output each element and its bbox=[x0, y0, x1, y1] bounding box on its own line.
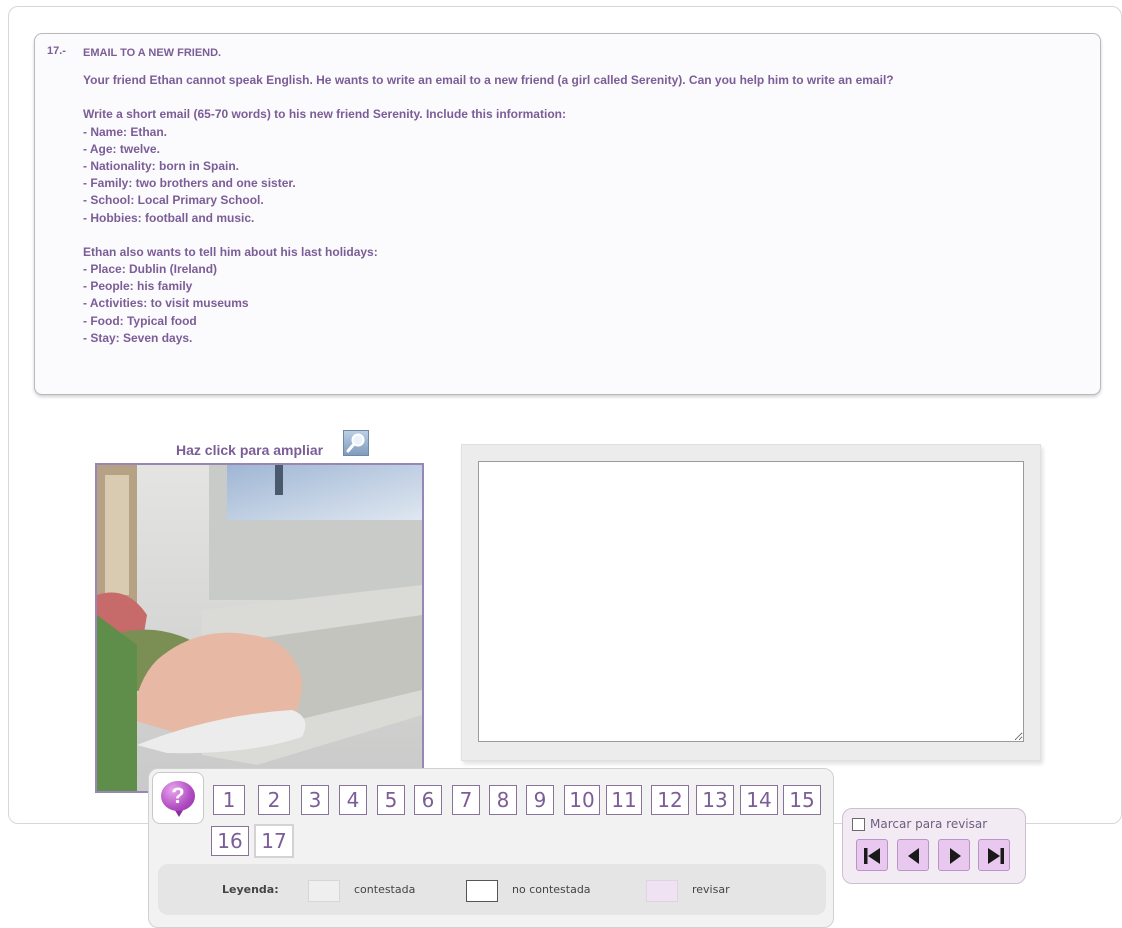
info-line: - Hobbies: football and music. bbox=[83, 210, 255, 225]
question-button-7[interactable]: 7 bbox=[452, 785, 480, 815]
legend-review: revisar bbox=[692, 883, 730, 896]
legend: Leyenda: contestada no contestada revisa… bbox=[158, 864, 826, 915]
question-button-13[interactable]: 13 bbox=[696, 785, 734, 815]
question-button-6[interactable]: 6 bbox=[414, 785, 442, 815]
question-button-8[interactable]: 8 bbox=[489, 785, 517, 815]
legend-swatch-answered bbox=[308, 880, 340, 902]
last-icon bbox=[988, 848, 1004, 864]
question-button-14[interactable]: 14 bbox=[740, 785, 778, 815]
help-bubble-icon: ? bbox=[161, 781, 195, 811]
question-button-15[interactable]: 15 bbox=[783, 785, 821, 815]
first-icon bbox=[864, 848, 880, 864]
info-block: Write a short email (65-70 words) to his… bbox=[83, 106, 1093, 226]
holidays-block: Ethan also wants to tell him about his l… bbox=[83, 244, 1093, 347]
first-button[interactable] bbox=[856, 839, 888, 871]
question-intro: Your friend Ethan cannot speak English. … bbox=[83, 73, 894, 88]
question-title: EMAIL TO A NEW FRIEND. bbox=[83, 47, 222, 59]
zoom-caption[interactable]: Haz click para ampliar bbox=[176, 442, 323, 458]
holiday-line: - Place: Dublin (Ireland) bbox=[83, 262, 218, 277]
magnifier-icon[interactable] bbox=[343, 430, 369, 456]
question-button-12[interactable]: 12 bbox=[651, 785, 689, 815]
question-button-3[interactable]: 3 bbox=[301, 785, 329, 815]
review-checkbox[interactable] bbox=[852, 818, 865, 831]
last-button[interactable] bbox=[978, 839, 1010, 871]
info-line: - Name: Ethan. bbox=[83, 124, 168, 139]
legend-title: Leyenda: bbox=[222, 883, 279, 896]
question-button-5[interactable]: 5 bbox=[377, 785, 405, 815]
question-button-10[interactable]: 10 bbox=[564, 785, 600, 815]
info-line: Write a short email (65-70 words) to his… bbox=[83, 107, 566, 122]
question-button-1[interactable]: 1 bbox=[213, 785, 245, 815]
holiday-line: - Stay: Seven days. bbox=[83, 330, 193, 345]
question-button-4[interactable]: 4 bbox=[339, 785, 367, 815]
holiday-line: - Activities: to visit museums bbox=[83, 296, 249, 311]
holiday-line: Ethan also wants to tell him about his l… bbox=[83, 244, 378, 259]
question-image[interactable] bbox=[95, 463, 424, 793]
question-button-16[interactable]: 16 bbox=[211, 826, 249, 856]
prev-icon bbox=[908, 848, 919, 864]
question-button-11[interactable]: 11 bbox=[606, 785, 642, 815]
info-line: - Age: twelve. bbox=[83, 141, 160, 156]
legend-swatch-unanswered bbox=[466, 880, 498, 902]
info-line: - School: Local Primary School. bbox=[83, 193, 264, 208]
holiday-line: - Food: Typical food bbox=[83, 313, 197, 328]
holiday-line: - People: his family bbox=[83, 279, 193, 294]
info-line: - Nationality: born in Spain. bbox=[83, 159, 239, 174]
help-button[interactable]: ? bbox=[152, 772, 204, 824]
question-content: EMAIL TO A NEW FRIEND. Your friend Ethan… bbox=[83, 45, 1093, 364]
legend-answered: contestada bbox=[354, 883, 416, 896]
prev-button[interactable] bbox=[897, 839, 929, 871]
answer-textarea[interactable] bbox=[478, 461, 1024, 742]
question-button-17-current[interactable]: 17 bbox=[254, 824, 294, 858]
info-line: - Family: two brothers and one sister. bbox=[83, 176, 296, 191]
next-icon bbox=[950, 848, 961, 864]
next-button[interactable] bbox=[938, 839, 970, 871]
review-label[interactable]: Marcar para revisar bbox=[870, 817, 987, 831]
question-button-9[interactable]: 9 bbox=[526, 785, 554, 815]
legend-unanswered: no contestada bbox=[512, 883, 591, 896]
question-button-2[interactable]: 2 bbox=[258, 785, 290, 815]
legend-swatch-review bbox=[646, 880, 678, 902]
question-box: 17.- EMAIL TO A NEW FRIEND. Your friend … bbox=[34, 33, 1101, 395]
question-number: 17.- bbox=[47, 45, 66, 57]
